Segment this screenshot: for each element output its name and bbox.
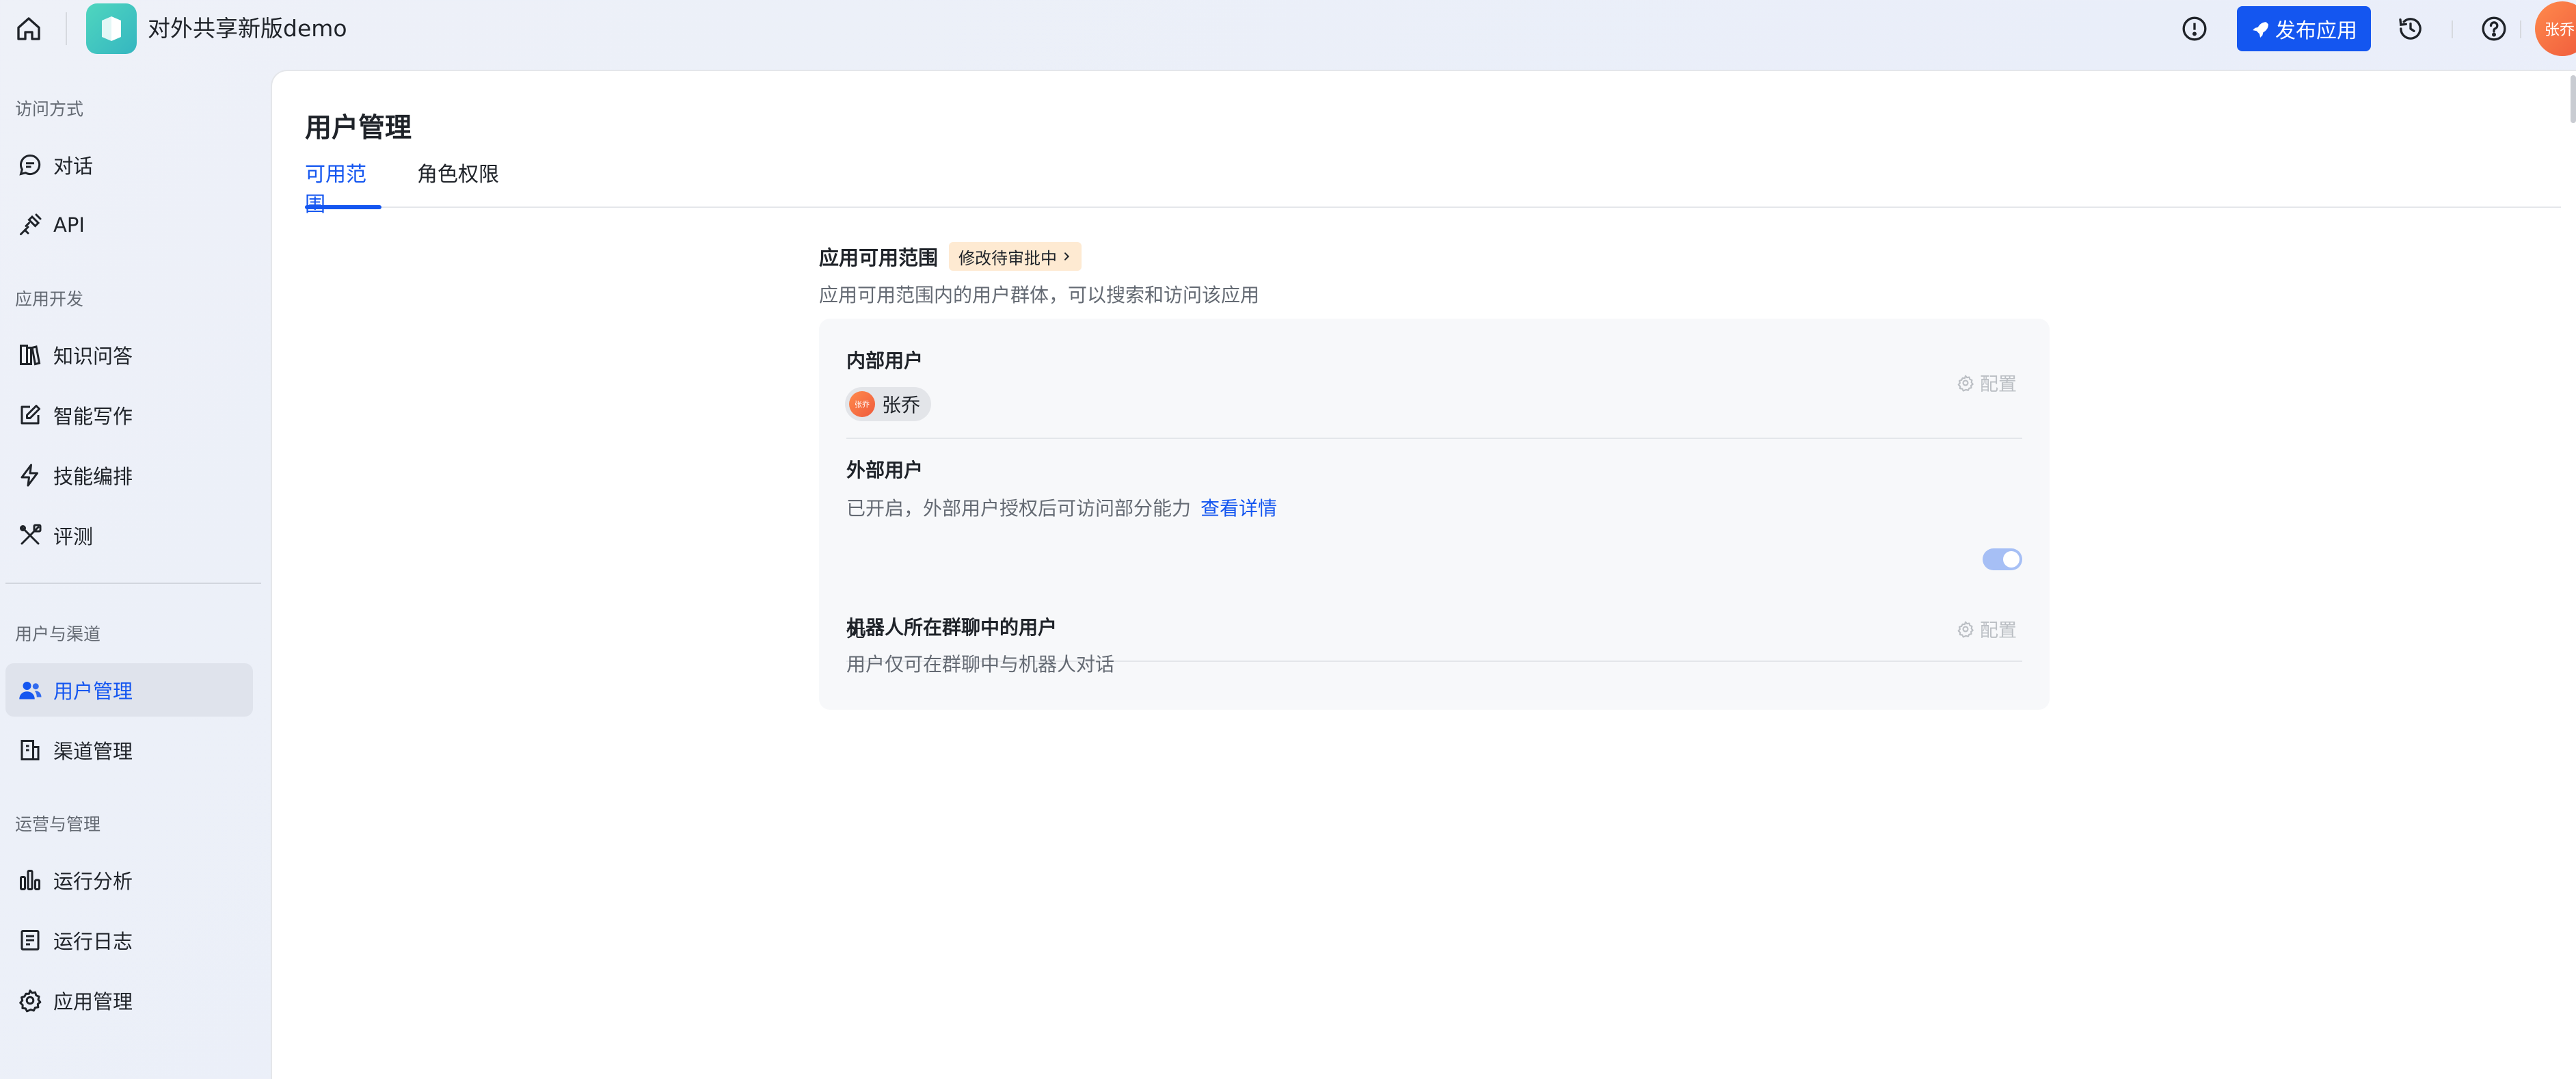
sidebar-item-run-analysis[interactable]: 运行分析	[5, 853, 253, 907]
sidebar-item-label: 运行分析	[53, 870, 133, 893]
avatar: 张乔	[849, 391, 875, 417]
info-icon[interactable]	[2179, 14, 2210, 44]
sidebar-item-label: 应用管理	[53, 990, 133, 1013]
sidebar-group-title: 应用开发	[15, 289, 84, 309]
sidebar-item-label: 智能写作	[53, 405, 133, 428]
sidebar-item-label: 运行日志	[53, 930, 133, 953]
pen-icon	[15, 400, 45, 430]
divider	[66, 12, 67, 45]
gear-icon	[1957, 621, 1974, 638]
section-title: 应用可用范围 修改待审批中	[819, 242, 1082, 271]
external-users-title: 外部用户	[846, 459, 924, 481]
external-users-description: 已开启，外部用户授权后可访问部分能力 查看详情	[846, 494, 1277, 521]
view-details-link[interactable]: 查看详情	[1200, 497, 1277, 520]
sidebar-item-run-log[interactable]: 运行日志	[5, 914, 253, 967]
sidebar-item-label: 技能编排	[53, 465, 133, 488]
publish-button[interactable]: 发布应用	[2237, 6, 2371, 51]
app-title: 对外共享新版demo	[148, 15, 347, 42]
sidebar-item-chat[interactable]: 对话	[5, 138, 253, 191]
sidebar-item-smart-writing[interactable]: 智能写作	[5, 388, 253, 442]
tab-role-permissions[interactable]: 角色权限	[417, 160, 499, 208]
building-icon	[15, 735, 45, 765]
sidebar: 访问方式 对话 API 应用开发 知识问答 智能写作 技能编排 评测 用户与渠道…	[0, 70, 269, 1079]
divider	[846, 438, 2022, 439]
document-icon	[15, 925, 45, 955]
gear-icon	[15, 985, 45, 1015]
sidebar-group-title: 用户与渠道	[15, 624, 101, 644]
plug-icon	[15, 210, 45, 240]
config-label: 配置	[1980, 374, 2017, 395]
tab-bar: 可用范围 角色权限	[305, 160, 2561, 217]
tab-available-scope[interactable]: 可用范围	[305, 160, 381, 217]
sidebar-item-app-management[interactable]: 应用管理	[5, 974, 253, 1027]
tools-icon	[15, 520, 45, 550]
sidebar-item-label: API	[53, 213, 85, 237]
pending-approval-badge[interactable]: 修改待审批中	[949, 242, 1082, 271]
sidebar-item-label: 知识问答	[53, 345, 133, 368]
divider	[5, 583, 261, 584]
user-chip: 张乔 张乔	[845, 387, 932, 421]
bot-group-users-description: 用户仅可在群聊中与机器人对话	[846, 653, 1115, 676]
internal-config-button[interactable]: 配置	[1957, 369, 2017, 396]
badge-label: 修改待审批中	[958, 248, 1058, 268]
sidebar-item-knowledge-qa[interactable]: 知识问答	[5, 328, 253, 382]
chat-bubble-icon	[15, 150, 45, 180]
sidebar-item-label: 对话	[53, 155, 94, 178]
sidebar-item-skill-orchestration[interactable]: 技能编排	[5, 449, 253, 502]
section-title-text: 应用可用范围	[819, 246, 939, 269]
help-icon[interactable]	[2479, 14, 2509, 44]
config-label: 配置	[1980, 620, 2017, 641]
gear-icon	[1957, 375, 1974, 392]
sidebar-item-channel-management[interactable]: 渠道管理	[5, 723, 253, 777]
external-users-status-text: 已开启，外部用户授权后可访问部分能力	[846, 497, 1192, 520]
main-panel: 用户管理 可用范围 角色权限 应用可用范围 修改待审批中 应用可用范围内的用户群…	[271, 70, 2576, 1079]
internal-users-title: 内部用户	[846, 349, 924, 372]
top-bar: 对外共享新版demo 发布应用 张乔	[0, 0, 2576, 70]
sidebar-item-label: 评测	[53, 525, 94, 548]
divider	[2520, 21, 2521, 38]
book-icon	[15, 340, 45, 370]
sidebar-item-user-management[interactable]: 用户管理	[5, 663, 253, 717]
external-config-button[interactable]: 配置	[1957, 615, 2017, 642]
sidebar-item-label: 用户管理	[53, 680, 133, 703]
sidebar-item-api[interactable]: API	[5, 198, 253, 252]
sidebar-item-evaluation[interactable]: 评测	[5, 509, 253, 562]
sidebar-item-label: 渠道管理	[53, 740, 133, 763]
sidebar-group-title: 访问方式	[15, 99, 84, 119]
sidebar-group-title: 运营与管理	[15, 814, 101, 834]
publish-label: 发布应用	[2275, 19, 2357, 43]
home-icon[interactable]	[14, 14, 44, 44]
avatar[interactable]: 张乔	[2535, 1, 2576, 56]
users-icon	[15, 675, 45, 705]
page-title: 用户管理	[305, 113, 412, 144]
bar-chart-icon	[15, 865, 45, 895]
app-logo-icon	[86, 3, 137, 54]
scrollbar[interactable]	[2571, 75, 2576, 123]
external-users-toggle[interactable]	[1983, 548, 2022, 570]
rocket-icon	[2253, 22, 2268, 38]
chevron-right-icon	[1064, 252, 1070, 261]
user-chip-name: 张乔	[882, 394, 921, 416]
divider	[2452, 21, 2453, 38]
bot-group-users-title: 机器人所在群聊中的用户	[846, 616, 1058, 639]
section-description: 应用可用范围内的用户群体，可以搜索和访问该应用	[819, 284, 1260, 306]
lightning-icon	[15, 460, 45, 490]
history-icon[interactable]	[2396, 14, 2426, 44]
